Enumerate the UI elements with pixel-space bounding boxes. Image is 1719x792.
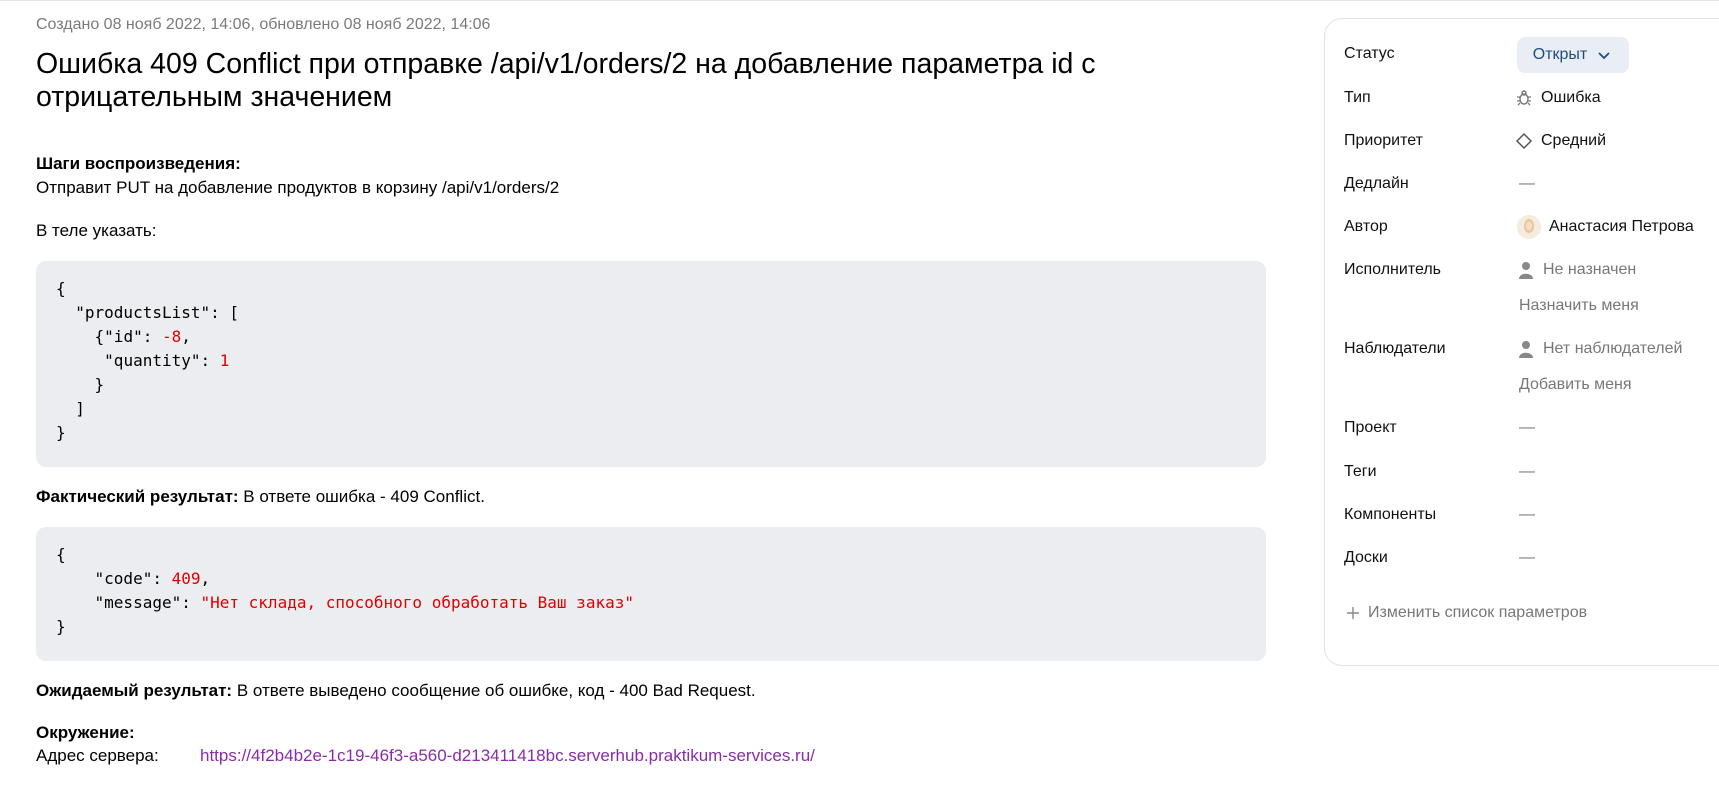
watchers-value: Нет наблюдателей <box>1543 340 1683 357</box>
author-value: Анастасия Петрова <box>1549 218 1694 235</box>
priority-field[interactable]: Средний <box>1515 132 1606 150</box>
boards-label: Доски <box>1344 549 1388 566</box>
steps-heading-text: Шаги воспроизведения: <box>36 154 241 173</box>
avatar <box>1517 215 1541 239</box>
tags-value[interactable]: — <box>1519 463 1535 481</box>
boards-value[interactable]: — <box>1519 549 1535 567</box>
chevron-down-icon <box>1595 46 1613 64</box>
diamond-icon <box>1515 132 1533 150</box>
issue-meta: Создано 08 нояб 2022, 14:06, обновлено 0… <box>36 16 491 33</box>
add-me-link[interactable]: Добавить меня <box>1519 376 1632 394</box>
type-field[interactable]: Ошибка <box>1515 89 1601 107</box>
server-label: Адрес сервера: <box>36 746 159 765</box>
code-value: 409 <box>171 569 201 588</box>
assignee-value: Не назначен <box>1543 261 1637 278</box>
expected-result: Ожидаемый результат: В ответе выведено с… <box>36 680 756 702</box>
priority-value: Средний <box>1541 132 1607 149</box>
steps-text: Отправит PUT на добавление продуктов в к… <box>36 178 560 197</box>
assignee-label: Исполнитель <box>1344 261 1442 278</box>
deadline-label: Дедлайн <box>1344 175 1409 192</box>
code-key: "quantity" <box>104 351 201 370</box>
change-params-button[interactable]: Изменить список параметров <box>1344 604 1587 622</box>
code-key: "id" <box>104 327 143 346</box>
author-field[interactable]: Анастасия Петрова <box>1517 215 1694 239</box>
code-line: { <box>56 545 66 564</box>
components-label: Компоненты <box>1344 506 1437 523</box>
code-line: } <box>56 423 66 442</box>
actual-text: В ответе ошибка - 409 Conflict. <box>238 487 485 506</box>
code-line: ] <box>75 399 85 418</box>
watchers-field[interactable]: Нет наблюдателей <box>1517 340 1682 358</box>
env-heading: Окружение: <box>36 722 135 744</box>
code-value: "Нет склада, способного обработать Ваш з… <box>200 593 634 612</box>
code-value: 1 <box>219 351 230 370</box>
expected-text: В ответе выведено сообщение об ошибке, к… <box>232 681 756 700</box>
components-value[interactable]: — <box>1519 506 1535 524</box>
type-value: Ошибка <box>1541 89 1601 106</box>
expected-label: Ожидаемый результат: <box>36 681 233 700</box>
assignee-field[interactable]: Не назначен <box>1517 261 1636 279</box>
user-icon <box>1517 340 1535 358</box>
code-line: { <box>56 279 66 298</box>
user-icon <box>1517 261 1535 279</box>
top-divider <box>0 0 1719 5</box>
plus-icon <box>1344 604 1362 622</box>
code-key: "productsList" <box>75 303 211 322</box>
issue-properties-panel: Статус Открыт Тип Ошибка Приоритет Средн… <box>1324 18 1719 666</box>
server-url-link[interactable]: https://4f2b4b2e-1c19-46f3-a560-d2134114… <box>200 745 815 767</box>
tags-label: Теги <box>1344 463 1377 480</box>
code-line: } <box>94 375 105 394</box>
type-label: Тип <box>1344 89 1371 106</box>
code-value: -8 <box>161 327 182 346</box>
steps-heading: Шаги воспроизведения: <box>36 153 241 175</box>
code-line: } <box>56 617 66 636</box>
project-label: Проект <box>1344 419 1397 436</box>
response-code-block: { "code": 409, "message": "Нет склада, с… <box>36 527 1266 661</box>
deadline-value[interactable]: — <box>1519 175 1535 193</box>
issue-title[interactable]: Ошибка 409 Conflict при отправке /api/v1… <box>36 48 1196 114</box>
server-row: Адрес сервера: https://4f2b4b2e-1c19-46f… <box>36 745 815 767</box>
status-label: Статус <box>1344 45 1395 62</box>
status-dropdown[interactable]: Открыт <box>1517 37 1629 73</box>
assign-me-link[interactable]: Назначить меня <box>1519 297 1639 315</box>
status-value: Открыт <box>1532 46 1588 63</box>
code-key: "code" <box>94 569 153 588</box>
env-heading-text: Окружение: <box>36 723 135 742</box>
actual-result: Фактический результат: В ответе ошибка -… <box>36 486 485 508</box>
code-key: "message" <box>94 593 182 612</box>
actual-label: Фактический результат: <box>36 487 239 506</box>
bug-icon <box>1515 89 1533 107</box>
change-params-label: Изменить список параметров <box>1368 604 1588 621</box>
request-code-block: { "productsList": [ {"id": -8, "quantity… <box>36 261 1266 467</box>
watchers-label: Наблюдатели <box>1344 340 1446 357</box>
priority-label: Приоритет <box>1344 132 1423 149</box>
author-label: Автор <box>1344 218 1388 235</box>
project-value[interactable]: — <box>1519 419 1535 437</box>
body-hint: В теле указать: <box>36 221 157 240</box>
